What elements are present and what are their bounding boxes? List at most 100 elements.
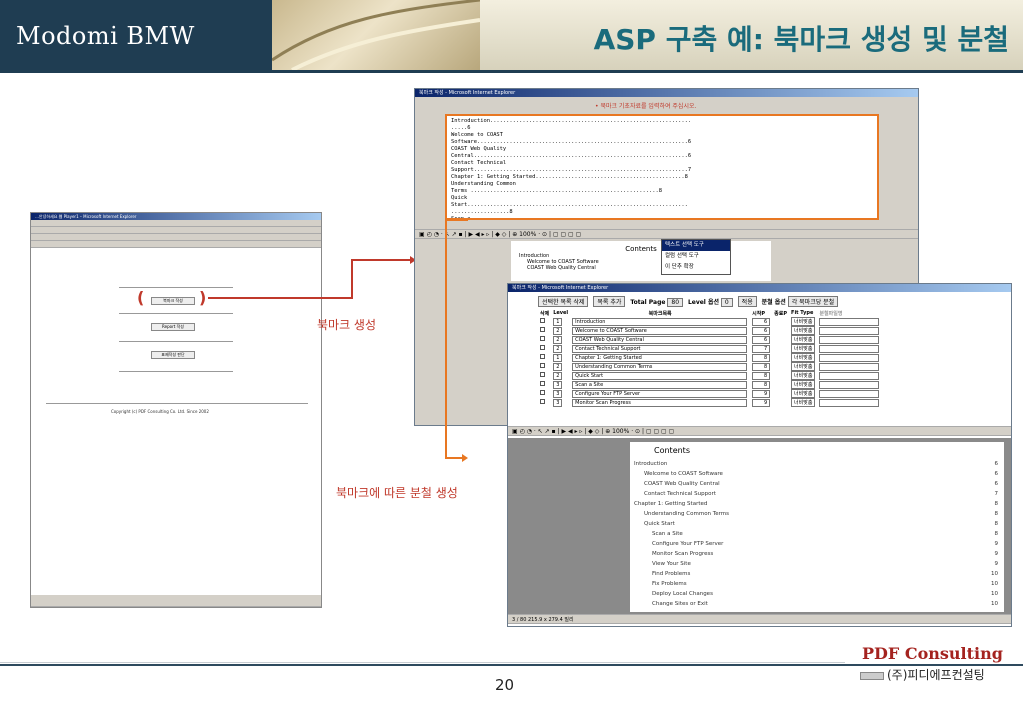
contents-row: Deploy Local Changes 10 xyxy=(634,591,1004,601)
contents-row: COAST Web Quality Central 6 xyxy=(634,481,1004,491)
level-cell[interactable]: 3 xyxy=(553,380,563,389)
row-label: View Your Site xyxy=(652,561,691,567)
fit-type-select[interactable]: 너비맞춤 xyxy=(791,371,816,380)
row-checkbox[interactable] xyxy=(540,336,545,341)
row-checkbox[interactable] xyxy=(540,372,545,377)
row-page: 10 xyxy=(991,571,998,577)
footer-company: (주)피디에프컨설팅 xyxy=(860,666,985,683)
filename-cell[interactable] xyxy=(819,317,880,326)
start-cell[interactable]: 9 xyxy=(752,389,771,398)
row-label: Chapter 1: Getting Started xyxy=(634,501,708,507)
company-name: (주)피디에프컨설팅 xyxy=(887,668,985,682)
fit-type-select[interactable]: 너비맞춤 xyxy=(791,344,816,353)
filename-cell[interactable] xyxy=(819,326,880,335)
bookmark-cell[interactable]: Welcome to COAST Software xyxy=(572,326,748,335)
pdf-contents-title: Contents xyxy=(625,245,657,253)
row-page: 8 xyxy=(994,511,999,517)
fit-type-select[interactable]: 너비맞춤 xyxy=(791,398,816,407)
split-option-select[interactable]: 각 북마크당 분철 xyxy=(787,296,839,307)
level-cell[interactable]: 2 xyxy=(553,335,563,344)
start-cell[interactable]: 8 xyxy=(752,380,771,389)
start-cell[interactable]: 6 xyxy=(752,326,771,335)
filename-cell[interactable] xyxy=(819,389,880,398)
highlight-paren-left: ( xyxy=(137,288,145,307)
bookmark-cell[interactable]: Chapter 1: Getting Started xyxy=(572,353,748,362)
split-window: 북마크 작성 - Microsoft Internet Explorer 선택한… xyxy=(507,283,1012,627)
fit-type-select[interactable]: 너비맞춤 xyxy=(791,362,816,371)
bookmark-cell[interactable]: COAST Web Quality Central xyxy=(572,335,748,344)
row-checkbox[interactable] xyxy=(540,345,545,350)
apply-button[interactable]: 적용 xyxy=(737,296,757,307)
bookmark-create-button[interactable]: 북마크 작성 xyxy=(151,297,195,305)
start-cell[interactable]: 7 xyxy=(752,344,771,353)
left-window-titlebar: …안녕하세요 웹 Player1 – Microsoft Internet Ex… xyxy=(31,213,321,220)
tool-dropdown-menu[interactable]: 텍스트 선택 도구 컬럼 선택 도구 이 단추 확장 xyxy=(661,239,731,275)
menu-item-text-select[interactable]: 텍스트 선택 도구 xyxy=(662,240,730,251)
row-checkbox[interactable] xyxy=(540,363,545,368)
row-checkbox[interactable] xyxy=(540,318,545,323)
row-checkbox[interactable] xyxy=(540,381,545,386)
row-checkbox[interactable] xyxy=(540,354,545,359)
row-checkbox[interactable] xyxy=(540,399,545,404)
level-cell[interactable]: 1 xyxy=(553,317,563,326)
bookmark-cell[interactable]: Quick Start xyxy=(572,371,748,380)
fit-type-select[interactable]: 너비맞춤 xyxy=(791,389,816,398)
level-cell[interactable]: 3 xyxy=(553,398,563,407)
bookmark-cell[interactable]: Contact Technical Support xyxy=(572,344,748,353)
pdf-toolbar-2[interactable]: ▣ ◴ ◔ · ↖ ↗ ▪ | ▶ ◀ ▸ ▹ | ◆ ◇ | ⊕ 100% ·… xyxy=(508,426,1011,436)
level-cell[interactable]: 2 xyxy=(553,344,563,353)
menu-item-column-select[interactable]: 컬럼 선택 도구 xyxy=(662,251,730,262)
fit-type-select[interactable]: 너비맞춤 xyxy=(791,335,816,344)
divider xyxy=(119,371,233,372)
title-judge-button[interactable]: 표제작성 판단 xyxy=(151,351,195,359)
filename-cell[interactable] xyxy=(819,362,880,371)
filename-cell[interactable] xyxy=(819,380,880,389)
row-checkbox[interactable] xyxy=(540,327,545,332)
row-checkbox[interactable] xyxy=(540,390,545,395)
start-cell[interactable]: 6 xyxy=(752,317,771,326)
pdf-statusbar: 3 / 80 215.9 x 279.4 밀리 xyxy=(508,614,1011,624)
level-option-field[interactable]: 0 xyxy=(720,298,733,307)
level-cell[interactable]: 2 xyxy=(553,326,563,335)
bookmark-cell[interactable]: Configure Your FTP Server xyxy=(572,389,748,398)
bookmark-cell[interactable]: Scan a Site xyxy=(572,380,748,389)
bookmark-cell[interactable]: Introduction xyxy=(572,317,748,326)
start-cell[interactable]: 8 xyxy=(752,371,771,380)
fit-type-select[interactable]: 너비맞춤 xyxy=(791,326,816,335)
brand-panel: Modomi BMW xyxy=(0,0,272,70)
filename-cell[interactable] xyxy=(819,335,880,344)
total-page-field[interactable]: 80 xyxy=(667,298,684,307)
report-create-button[interactable]: Report 작성 xyxy=(151,323,195,331)
filename-cell[interactable] xyxy=(819,371,880,380)
bookmark-cell[interactable]: Understanding Common Terms xyxy=(572,362,748,371)
row-page: 8 xyxy=(994,501,999,507)
fit-type-select[interactable]: 너비맞춤 xyxy=(791,353,816,362)
bookmark-source-textarea[interactable]: Introduction............................… xyxy=(445,114,879,220)
contents-row: Chapter 1: Getting Started 8 xyxy=(634,501,1004,511)
level-option-label: Level 옵션 xyxy=(687,299,719,306)
level-cell[interactable]: 3 xyxy=(553,389,563,398)
filename-cell[interactable] xyxy=(819,344,880,353)
instruction-text: • 북마크 기초자료를 입력하여 주십시오. xyxy=(595,103,697,110)
col-level: Level xyxy=(553,310,569,316)
row-page: 6 xyxy=(994,461,999,467)
pdf-toolbar[interactable]: ▣ ◴ ◔ · ↖ ↗ ▪ | ▶ ◀ ▸ ▹ | ◆ ◇ | ⊕ 100% ·… xyxy=(415,229,918,239)
level-cell[interactable]: 1 xyxy=(553,353,563,362)
level-cell[interactable]: 2 xyxy=(553,362,563,371)
fit-type-select[interactable]: 너비맞춤 xyxy=(791,380,816,389)
bookmark-cell[interactable]: Monitor Scan Progress xyxy=(572,398,748,407)
start-cell[interactable]: 6 xyxy=(752,335,771,344)
filename-cell[interactable] xyxy=(819,398,880,407)
add-list-button[interactable]: 목록 추가 xyxy=(593,296,626,307)
filename-cell[interactable] xyxy=(819,353,880,362)
delete-selected-button[interactable]: 선택한 목록 삭제 xyxy=(538,296,589,307)
level-cell[interactable]: 2 xyxy=(553,371,563,380)
start-cell[interactable]: 8 xyxy=(752,353,771,362)
contents-row: Scan a Site 8 xyxy=(634,531,1004,541)
table-row: 1 Chapter 1: Getting Started 8 너비맞춤 xyxy=(538,353,881,362)
start-cell[interactable]: 8 xyxy=(752,362,771,371)
start-cell[interactable]: 9 xyxy=(752,398,771,407)
menu-item-expand[interactable]: 이 단추 확장 xyxy=(662,262,730,273)
split-window-titlebar: 북마크 작성 - Microsoft Internet Explorer xyxy=(508,284,1011,292)
fit-type-select[interactable]: 너비맞춤 xyxy=(791,317,816,326)
